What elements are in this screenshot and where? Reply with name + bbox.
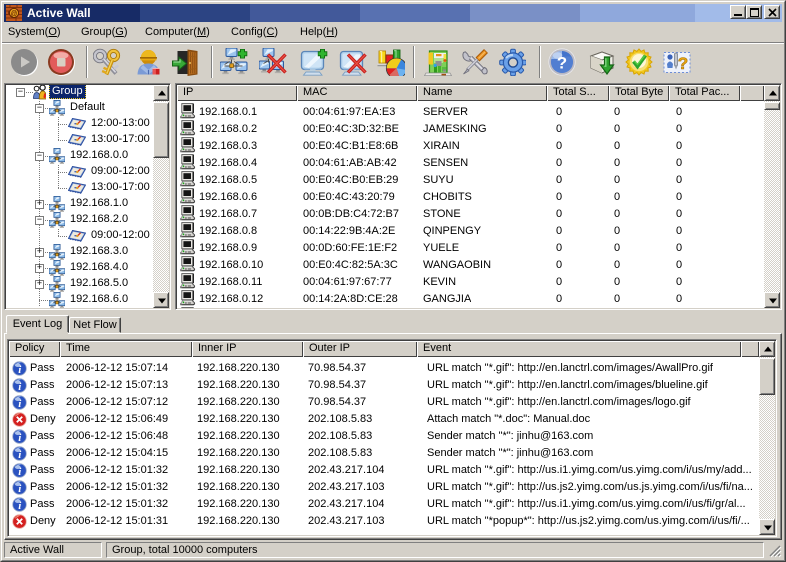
svg-text:?: ?: [557, 54, 567, 73]
svg-text:?: ?: [678, 54, 688, 73]
svg-text:@: @: [11, 9, 17, 20]
